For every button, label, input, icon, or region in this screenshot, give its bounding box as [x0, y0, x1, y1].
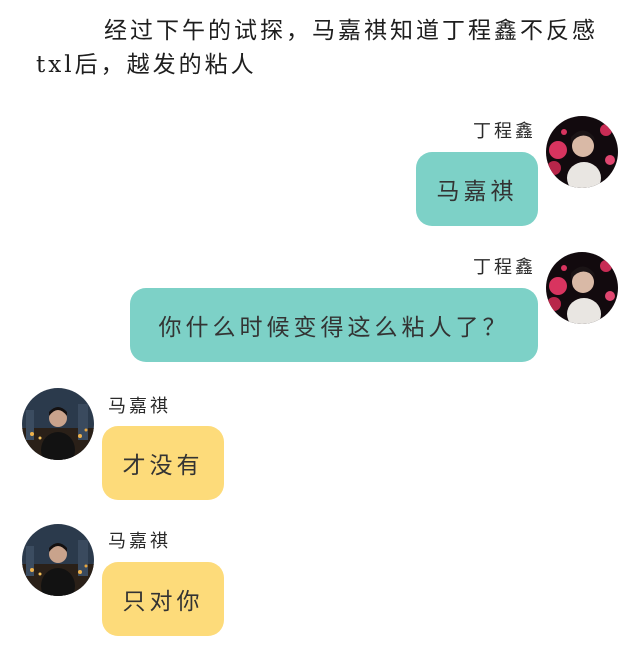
avatar[interactable]: [546, 252, 618, 324]
message-bubble[interactable]: 只对你: [102, 562, 224, 636]
sender-name: 马嘉祺: [108, 531, 171, 552]
narration-text: 经过下午的试探，马嘉祺知道丁程鑫不反感txl后，越发的粘人: [36, 18, 598, 78]
sender-name: 丁程鑫: [473, 121, 536, 142]
sender-name: 丁程鑫: [473, 257, 536, 278]
message-bubble[interactable]: 马嘉祺: [416, 152, 538, 226]
message-bubble[interactable]: 才没有: [102, 426, 224, 500]
sender-name: 马嘉祺: [108, 396, 171, 417]
avatar[interactable]: [22, 388, 94, 460]
avatar-image: [22, 524, 94, 596]
message-bubble[interactable]: 你什么时候变得这么粘人了？: [130, 288, 538, 362]
avatar[interactable]: [546, 116, 618, 188]
avatar-image: [546, 252, 618, 324]
avatar-image: [546, 116, 618, 188]
avatar-image: [22, 388, 94, 460]
avatar[interactable]: [22, 524, 94, 596]
